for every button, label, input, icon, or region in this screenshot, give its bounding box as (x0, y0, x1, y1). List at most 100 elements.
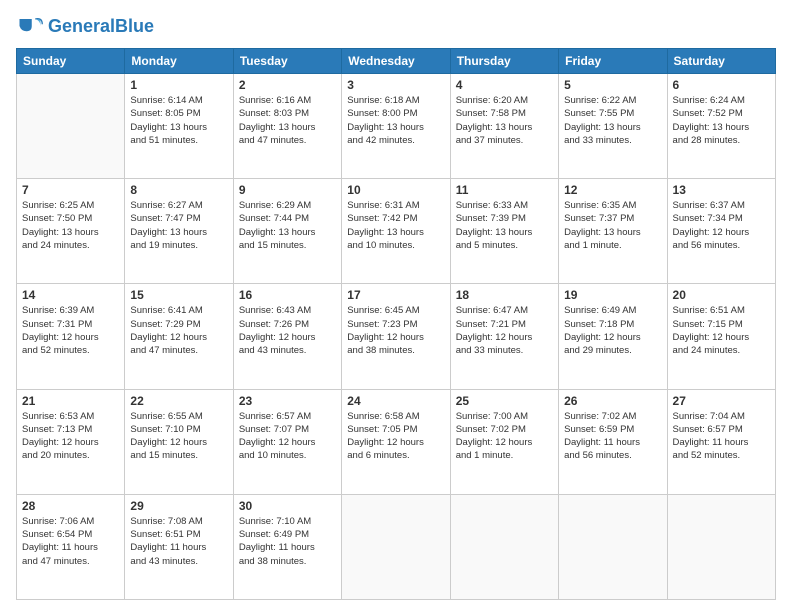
day-number: 13 (673, 183, 770, 197)
calendar-cell: 4 Sunrise: 6:20 AMSunset: 7:58 PMDaylight… (450, 74, 558, 179)
day-number: 17 (347, 288, 444, 302)
day-number: 9 (239, 183, 336, 197)
day-number: 20 (673, 288, 770, 302)
day-info: Sunrise: 6:27 AMSunset: 7:47 PMDaylight:… (130, 199, 227, 252)
day-number: 15 (130, 288, 227, 302)
day-number: 26 (564, 394, 661, 408)
calendar-cell: 12Sunrise: 6:35 AMSunset: 7:37 PMDayligh… (559, 179, 667, 284)
calendar-header-monday: Monday (125, 49, 233, 74)
day-number: 19 (564, 288, 661, 302)
day-number: 18 (456, 288, 553, 302)
calendar-header-thursday: Thursday (450, 49, 558, 74)
header: GeneralBlue (16, 12, 776, 40)
day-number: 22 (130, 394, 227, 408)
day-number: 28 (22, 499, 119, 513)
day-info: Sunrise: 6:41 AMSunset: 7:29 PMDaylight:… (130, 304, 227, 357)
day-number: 24 (347, 394, 444, 408)
day-number: 10 (347, 183, 444, 197)
day-number: 21 (22, 394, 119, 408)
day-info: Sunrise: 6:58 AMSunset: 7:05 PMDaylight:… (347, 410, 444, 463)
day-info: Sunrise: 7:10 AMSunset: 6:49 PMDaylight:… (239, 515, 336, 568)
calendar-cell: 17 Sunrise: 6:45 AMSunset: 7:23 PMDayligh… (342, 284, 450, 389)
day-info: Sunrise: 6:31 AMSunset: 7:42 PMDaylight:… (347, 199, 444, 252)
calendar-cell: 18 Sunrise: 6:47 AMSunset: 7:21 PMDayligh… (450, 284, 558, 389)
day-info: Sunrise: 7:02 AMSunset: 6:59 PMDaylight:… (564, 410, 661, 463)
calendar-cell: 29 Sunrise: 7:08 AMSunset: 6:51 PMDayligh… (125, 494, 233, 599)
day-number: 3 (347, 78, 444, 92)
day-info: Sunrise: 6:14 AMSunset: 8:05 PMDaylight:… (130, 94, 227, 147)
day-info: Sunrise: 6:51 AMSunset: 7:15 PMDaylight:… (673, 304, 770, 357)
calendar-week-row: 14 Sunrise: 6:39 AMSunset: 7:31 PMDayligh… (17, 284, 776, 389)
calendar-week-row: 7Sunrise: 6:25 AMSunset: 7:50 PMDaylight… (17, 179, 776, 284)
day-number: 27 (673, 394, 770, 408)
calendar-cell: 23Sunrise: 6:57 AMSunset: 7:07 PMDayligh… (233, 389, 341, 494)
calendar-cell: 16 Sunrise: 6:43 AMSunset: 7:26 PMDayligh… (233, 284, 341, 389)
day-info: Sunrise: 6:39 AMSunset: 7:31 PMDaylight:… (22, 304, 119, 357)
day-number: 6 (673, 78, 770, 92)
calendar-cell (667, 494, 775, 599)
logo: GeneralBlue (16, 12, 154, 40)
day-info: Sunrise: 6:25 AMSunset: 7:50 PMDaylight:… (22, 199, 119, 252)
calendar-header-wednesday: Wednesday (342, 49, 450, 74)
calendar-cell: 15 Sunrise: 6:41 AMSunset: 7:29 PMDayligh… (125, 284, 233, 389)
day-info: Sunrise: 6:55 AMSunset: 7:10 PMDaylight:… (130, 410, 227, 463)
day-number: 4 (456, 78, 553, 92)
day-info: Sunrise: 6:45 AMSunset: 7:23 PMDaylight:… (347, 304, 444, 357)
day-info: Sunrise: 7:04 AMSunset: 6:57 PMDaylight:… (673, 410, 770, 463)
calendar-cell: 26 Sunrise: 7:02 AMSunset: 6:59 PMDayligh… (559, 389, 667, 494)
calendar-header-row: SundayMondayTuesdayWednesdayThursdayFrid… (17, 49, 776, 74)
calendar-header-sunday: Sunday (17, 49, 125, 74)
day-number: 25 (456, 394, 553, 408)
logo-text: GeneralBlue (48, 17, 154, 35)
calendar-cell (450, 494, 558, 599)
day-info: Sunrise: 7:00 AMSunset: 7:02 PMDaylight:… (456, 410, 553, 463)
calendar-cell (17, 74, 125, 179)
day-info: Sunrise: 6:24 AMSunset: 7:52 PMDaylight:… (673, 94, 770, 147)
calendar-cell: 20 Sunrise: 6:51 AMSunset: 7:15 PMDayligh… (667, 284, 775, 389)
calendar-cell: 11Sunrise: 6:33 AMSunset: 7:39 PMDayligh… (450, 179, 558, 284)
page: GeneralBlue SundayMondayTuesdayWednesday… (0, 0, 792, 612)
calendar-cell: 22 Sunrise: 6:55 AMSunset: 7:10 PMDayligh… (125, 389, 233, 494)
calendar-cell: 3 Sunrise: 6:18 AMSunset: 8:00 PMDaylight… (342, 74, 450, 179)
day-number: 2 (239, 78, 336, 92)
calendar-cell (342, 494, 450, 599)
day-number: 12 (564, 183, 661, 197)
day-info: Sunrise: 6:29 AMSunset: 7:44 PMDaylight:… (239, 199, 336, 252)
calendar-table: SundayMondayTuesdayWednesdayThursdayFrid… (16, 48, 776, 600)
day-info: Sunrise: 6:18 AMSunset: 8:00 PMDaylight:… (347, 94, 444, 147)
calendar-header-friday: Friday (559, 49, 667, 74)
day-number: 1 (130, 78, 227, 92)
day-info: Sunrise: 6:49 AMSunset: 7:18 PMDaylight:… (564, 304, 661, 357)
day-number: 8 (130, 183, 227, 197)
day-info: Sunrise: 6:43 AMSunset: 7:26 PMDaylight:… (239, 304, 336, 357)
day-info: Sunrise: 6:22 AMSunset: 7:55 PMDaylight:… (564, 94, 661, 147)
logo-icon (16, 12, 44, 40)
day-info: Sunrise: 6:16 AMSunset: 8:03 PMDaylight:… (239, 94, 336, 147)
day-info: Sunrise: 6:20 AMSunset: 7:58 PMDaylight:… (456, 94, 553, 147)
calendar-cell: 19 Sunrise: 6:49 AMSunset: 7:18 PMDayligh… (559, 284, 667, 389)
calendar-cell: 2 Sunrise: 6:16 AMSunset: 8:03 PMDaylight… (233, 74, 341, 179)
day-info: Sunrise: 6:53 AMSunset: 7:13 PMDaylight:… (22, 410, 119, 463)
day-info: Sunrise: 6:47 AMSunset: 7:21 PMDaylight:… (456, 304, 553, 357)
calendar-week-row: 1 Sunrise: 6:14 AMSunset: 8:05 PMDaylight… (17, 74, 776, 179)
calendar-cell: 6 Sunrise: 6:24 AMSunset: 7:52 PMDaylight… (667, 74, 775, 179)
day-number: 29 (130, 499, 227, 513)
day-number: 14 (22, 288, 119, 302)
calendar-cell: 27 Sunrise: 7:04 AMSunset: 6:57 PMDayligh… (667, 389, 775, 494)
calendar-cell: 10 Sunrise: 6:31 AMSunset: 7:42 PMDayligh… (342, 179, 450, 284)
calendar-cell: 7Sunrise: 6:25 AMSunset: 7:50 PMDaylight… (17, 179, 125, 284)
day-info: Sunrise: 7:06 AMSunset: 6:54 PMDaylight:… (22, 515, 119, 568)
calendar-cell: 13Sunrise: 6:37 AMSunset: 7:34 PMDayligh… (667, 179, 775, 284)
day-number: 23 (239, 394, 336, 408)
calendar-cell: 21 Sunrise: 6:53 AMSunset: 7:13 PMDayligh… (17, 389, 125, 494)
day-number: 5 (564, 78, 661, 92)
day-number: 16 (239, 288, 336, 302)
day-number: 30 (239, 499, 336, 513)
calendar-week-row: 21 Sunrise: 6:53 AMSunset: 7:13 PMDayligh… (17, 389, 776, 494)
calendar-cell: 14 Sunrise: 6:39 AMSunset: 7:31 PMDayligh… (17, 284, 125, 389)
day-info: Sunrise: 7:08 AMSunset: 6:51 PMDaylight:… (130, 515, 227, 568)
calendar-week-row: 28 Sunrise: 7:06 AMSunset: 6:54 PMDayligh… (17, 494, 776, 599)
calendar-cell: 5 Sunrise: 6:22 AMSunset: 7:55 PMDaylight… (559, 74, 667, 179)
calendar-cell: 30 Sunrise: 7:10 AMSunset: 6:49 PMDayligh… (233, 494, 341, 599)
calendar-cell: 1 Sunrise: 6:14 AMSunset: 8:05 PMDaylight… (125, 74, 233, 179)
